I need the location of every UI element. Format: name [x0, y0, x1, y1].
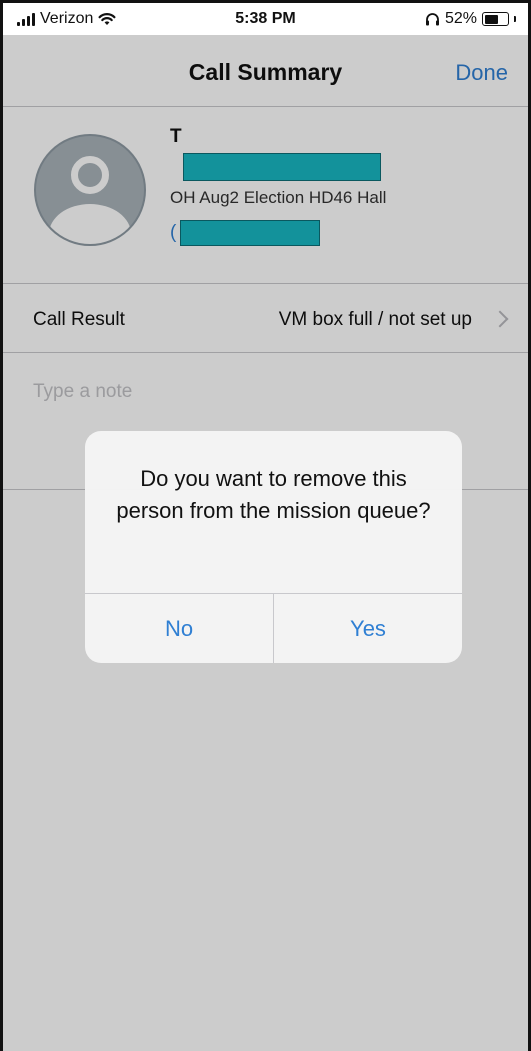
phone-screen: Verizon 5:38 PM 52% Call Summary Done T … — [0, 0, 531, 1051]
alert-message: Do you want to remove this person from t… — [116, 466, 431, 523]
battery-percent: 52% — [444, 10, 477, 27]
no-button[interactable]: No — [85, 594, 273, 663]
alert-buttons: No Yes — [85, 593, 462, 663]
status-bar: Verizon 5:38 PM 52% — [3, 3, 528, 35]
status-right: 52% — [425, 10, 516, 28]
yes-button[interactable]: Yes — [273, 594, 462, 663]
remove-person-alert: Do you want to remove this person from t… — [85, 431, 462, 663]
headphones-icon — [425, 13, 439, 26]
battery-tip — [514, 16, 516, 22]
battery-icon — [482, 12, 509, 26]
